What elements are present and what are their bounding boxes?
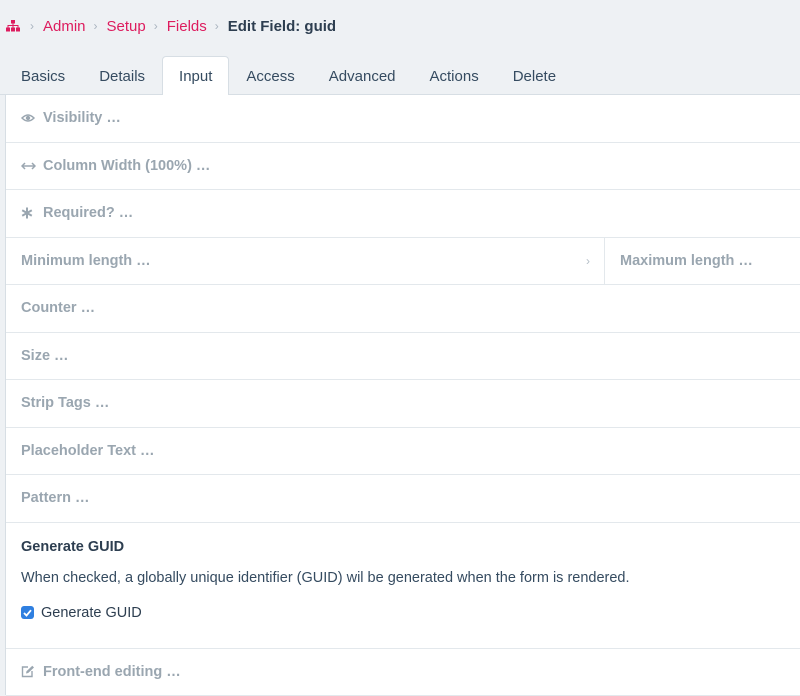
breadcrumb-admin[interactable]: Admin — [43, 18, 86, 35]
strip-tags-row[interactable]: Strip Tags … — [6, 380, 800, 428]
sitemap-icon[interactable] — [4, 19, 22, 33]
asterisk-icon — [21, 207, 43, 219]
front-end-editing-label: Front-end editing … — [43, 664, 181, 680]
column-width-label: Column Width (100%) … — [43, 158, 210, 174]
breadcrumb-fields[interactable]: Fields — [167, 18, 207, 35]
placeholder-label: Placeholder Text … — [21, 443, 155, 459]
required-label: Required? … — [43, 205, 133, 221]
strip-tags-label: Strip Tags … — [21, 395, 109, 411]
chevron-right-icon: › — [154, 19, 158, 33]
tab-advanced[interactable]: Advanced — [312, 57, 413, 95]
generate-guid-checkbox-label: Generate GUID — [41, 605, 142, 621]
chevron-right-icon: › — [586, 254, 590, 268]
size-row[interactable]: Size … — [6, 333, 800, 381]
min-length-label: Minimum length … — [21, 253, 151, 269]
tab-input[interactable]: Input — [162, 56, 229, 95]
visibility-label: Visibility … — [43, 110, 121, 126]
input-settings-panel: Visibility … Column Width (100%) … Requi… — [5, 95, 800, 695]
max-length-label: Maximum length … — [620, 253, 753, 269]
front-end-editing-row[interactable]: Front-end editing … — [6, 649, 800, 696]
required-row[interactable]: Required? … — [6, 190, 800, 238]
generate-guid-checkbox[interactable] — [21, 606, 34, 619]
visibility-row[interactable]: Visibility … — [6, 95, 800, 143]
tab-access[interactable]: Access — [229, 57, 311, 95]
size-label: Size … — [21, 348, 69, 364]
page-title: Edit Field: guid — [228, 18, 336, 35]
chevron-right-icon: › — [94, 19, 98, 33]
eye-icon — [21, 113, 43, 123]
placeholder-row[interactable]: Placeholder Text … — [6, 428, 800, 476]
chevron-right-icon: › — [215, 19, 219, 33]
arrows-horizontal-icon — [21, 162, 43, 170]
generate-guid-section: Generate GUID When checked, a globally u… — [6, 523, 800, 649]
pattern-label: Pattern … — [21, 490, 90, 506]
counter-row[interactable]: Counter … — [6, 285, 800, 333]
column-width-row[interactable]: Column Width (100%) … — [6, 143, 800, 191]
tab-actions[interactable]: Actions — [413, 57, 496, 95]
edit-icon — [21, 665, 43, 678]
generate-guid-description: When checked, a globally unique identifi… — [21, 570, 785, 586]
generate-guid-title: Generate GUID — [21, 539, 785, 555]
generate-guid-option[interactable]: Generate GUID — [21, 605, 785, 621]
tab-delete[interactable]: Delete — [496, 57, 573, 95]
pattern-row[interactable]: Pattern … — [6, 475, 800, 523]
tab-basics[interactable]: Basics — [4, 57, 82, 95]
length-row: Minimum length … › Maximum length … — [6, 238, 800, 286]
breadcrumb: › Admin › Setup › Fields › Edit Field: g… — [0, 0, 800, 52]
counter-label: Counter … — [21, 300, 95, 316]
tab-details[interactable]: Details — [82, 57, 162, 95]
min-length-cell[interactable]: Minimum length … › — [6, 238, 605, 285]
checkmark-icon — [23, 609, 32, 617]
max-length-cell[interactable]: Maximum length … — [605, 238, 800, 285]
chevron-right-icon: › — [30, 19, 34, 33]
tab-bar: Basics Details Input Access Advanced Act… — [0, 52, 800, 95]
breadcrumb-setup[interactable]: Setup — [107, 18, 146, 35]
